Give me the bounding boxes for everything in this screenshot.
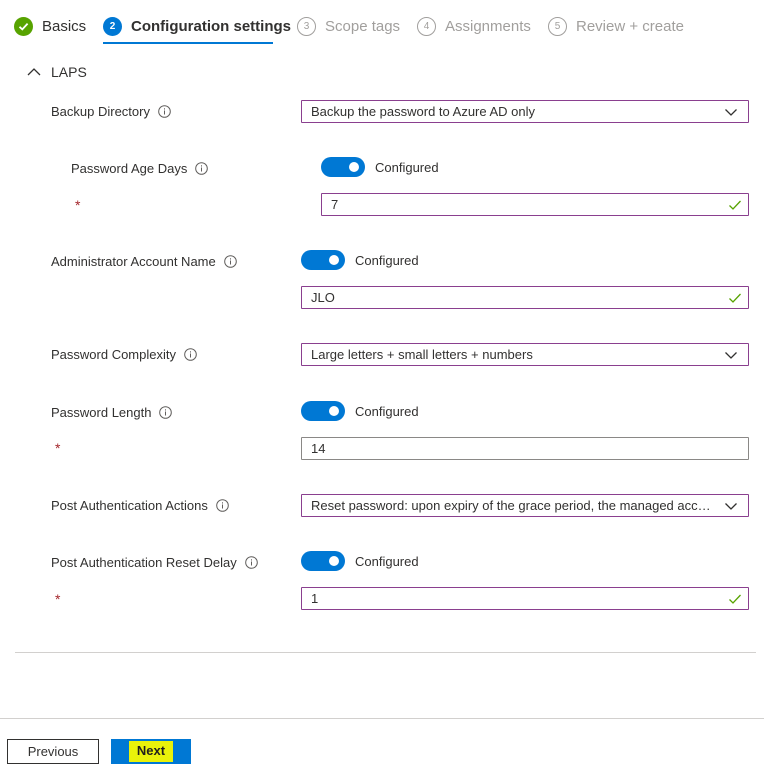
post-auth-reset-delay-input[interactable]: 1 [301,587,749,610]
info-icon[interactable] [223,255,237,268]
backup-directory-label-row: Backup Directory [51,104,171,119]
previous-button[interactable]: Previous [7,739,99,764]
toggle-switch[interactable] [301,250,345,270]
input-value: 14 [311,441,326,456]
step-scope-tags[interactable]: 3 Scope tags [297,14,400,38]
password-age-days-input[interactable]: 7 [321,193,749,216]
admin-account-name-input[interactable]: JLO [301,286,749,309]
required-asterisk: * [55,591,61,607]
password-length-input[interactable]: 14 [301,437,749,460]
post-auth-actions-label: Post Authentication Actions [51,498,208,513]
backup-directory-dropdown[interactable]: Backup the password to Azure AD only [301,100,749,123]
toggle-switch[interactable] [301,551,345,571]
step-number: 2 [103,16,122,36]
required-asterisk: * [55,440,61,456]
step-label: Scope tags [325,17,401,35]
section-divider [15,652,756,653]
step-assignments[interactable]: 4 Assignments [417,14,531,38]
password-complexity-dropdown[interactable]: Large letters + small letters + numbers [301,343,749,366]
chevron-down-icon [725,108,737,116]
step-basics[interactable]: Basics [14,14,86,38]
info-icon[interactable] [244,556,258,569]
input-value: JLO [311,290,335,305]
chevron-down-icon [725,502,737,510]
section-title: LAPS [51,64,87,80]
toggle-label: Configured [355,252,419,268]
info-icon[interactable] [216,499,229,512]
admin-account-name-label-row: Administrator Account Name [51,254,237,269]
info-icon[interactable] [184,348,197,361]
checkmark-icon [729,594,741,604]
chevron-up-icon [27,68,41,76]
post-auth-reset-delay-toggle[interactable]: Configured [301,551,419,571]
password-length-label: Password Length [51,405,152,420]
info-icon[interactable] [158,105,171,118]
backup-directory-label: Backup Directory [51,104,150,119]
post-auth-actions-dropdown[interactable]: Reset password: upon expiry of the grace… [301,494,749,517]
input-value: 1 [311,591,319,606]
step-label: Basics [42,17,87,35]
next-button[interactable]: Next [111,739,191,764]
toggle-label: Configured [355,403,419,419]
password-complexity-label-row: Password Complexity [51,347,197,362]
checkmark-circle-icon [14,16,33,36]
password-length-label-row: Password Length [51,405,173,420]
required-asterisk: * [75,197,81,213]
next-button-label: Next [128,741,174,762]
password-age-days-label-row: Password Age Days [71,161,209,176]
toggle-switch[interactable] [301,401,345,421]
footer-divider [0,718,764,719]
toggle-label: Configured [355,553,419,569]
input-value: 7 [331,197,339,212]
checkmark-icon [729,200,741,210]
step-number: 5 [548,16,567,36]
step-number: 3 [297,16,316,36]
step-label: Configuration settings [131,17,291,35]
post-auth-reset-delay-label-row: Post Authentication Reset Delay [51,555,258,570]
previous-button-label: Previous [27,744,79,759]
info-icon[interactable] [159,406,173,419]
post-auth-reset-delay-label: Post Authentication Reset Delay [51,555,237,570]
admin-account-name-label: Administrator Account Name [51,254,216,269]
info-icon[interactable] [195,162,209,175]
dropdown-value: Large letters + small letters + numbers [311,347,533,362]
password-complexity-label: Password Complexity [51,347,176,362]
step-label: Review + create [576,17,684,35]
step-number: 4 [417,16,436,36]
toggle-switch[interactable] [321,157,365,177]
step-configuration-settings[interactable]: 2 Configuration settings [103,14,291,38]
admin-account-name-toggle[interactable]: Configured [301,250,419,270]
toggle-label: Configured [375,159,439,175]
password-length-toggle[interactable]: Configured [301,401,419,421]
dropdown-value: Reset password: upon expiry of the grace… [311,498,716,513]
step-label: Assignments [445,17,531,35]
password-age-days-label: Password Age Days [71,161,188,176]
laps-section-header[interactable]: LAPS [25,64,87,80]
dropdown-value: Backup the password to Azure AD only [311,104,536,119]
chevron-down-icon [725,351,737,359]
password-age-days-toggle[interactable]: Configured [321,157,439,177]
post-auth-actions-label-row: Post Authentication Actions [51,498,229,513]
step-review-create[interactable]: 5 Review + create [548,14,684,38]
checkmark-icon [729,293,741,303]
active-step-underline [103,42,273,44]
